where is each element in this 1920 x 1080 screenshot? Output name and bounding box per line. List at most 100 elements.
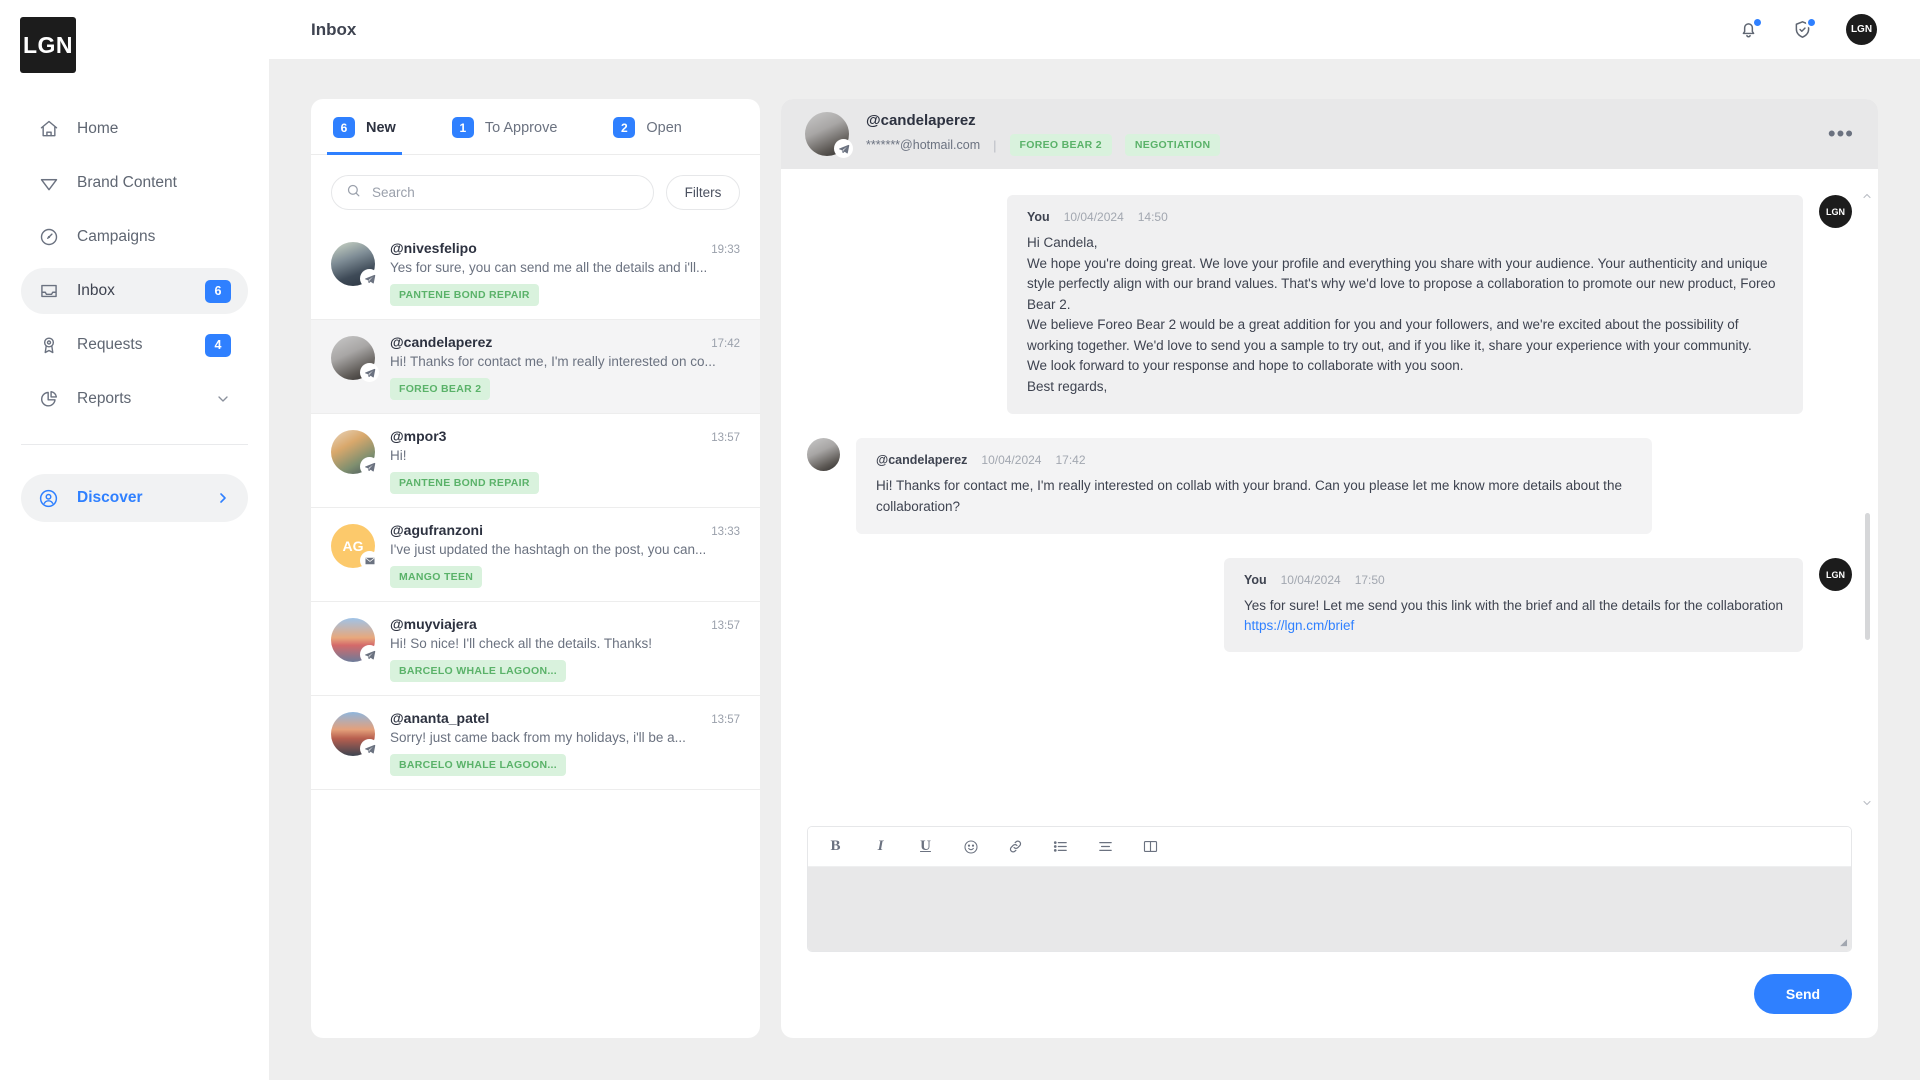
pie-chart-icon (38, 388, 60, 410)
list-item[interactable]: @nivesfelipo 19:33 Yes for sure, you can… (311, 226, 760, 320)
list-item-time: 13:57 (703, 432, 740, 444)
message-date: 10/04/2024 (1064, 210, 1124, 224)
avatar (331, 712, 375, 756)
avatar: LGN (1819, 195, 1852, 228)
shield-check-icon[interactable] (1792, 19, 1813, 40)
message-time: 17:50 (1355, 573, 1385, 587)
scroll-track[interactable] (1865, 213, 1870, 790)
list-item[interactable]: @ananta_patel 13:57 Sorry! just came bac… (311, 696, 760, 790)
sidebar-item-discover[interactable]: Discover (21, 474, 248, 522)
sidebar-item-inbox[interactable]: Inbox 6 (21, 268, 248, 314)
sidebar-nav: Home Brand Content Campaigns Inbox 6 (0, 106, 269, 422)
chevron-right-icon (215, 490, 231, 506)
filters-button[interactable]: Filters (666, 175, 740, 210)
list-item-header: @agufranzoni 13:33 (390, 522, 740, 538)
underline-icon[interactable]: U (916, 837, 935, 856)
tab-count: 6 (333, 117, 355, 138)
sidebar-item-reports[interactable]: Reports (21, 376, 248, 422)
scroll-thumb[interactable] (1865, 513, 1870, 640)
search-input[interactable] (372, 185, 639, 200)
composer: B I U (781, 826, 1878, 1038)
sidebar-item-brand-content[interactable]: Brand Content (21, 160, 248, 206)
list-item[interactable]: @muyviajera 13:57 Hi! So nice! I'll chec… (311, 602, 760, 696)
tab-label: Open (646, 120, 681, 136)
conversation-list-panel: 6 New 1 To Approve 2 Open (311, 99, 760, 1038)
list-item-preview: Sorry! just came back from my holidays, … (390, 730, 740, 745)
message-bubble: You 10/04/2024 17:50 Yes for sure! Let m… (1224, 558, 1803, 652)
list-item-time: 13:33 (703, 526, 740, 538)
avatar: AG (331, 524, 375, 568)
thread-scrollbar[interactable] (1860, 189, 1874, 814)
avatar (807, 438, 840, 471)
list-item[interactable]: @candelaperez 17:42 Hi! Thanks for conta… (311, 320, 760, 414)
list-item-preview: Hi! Thanks for contact me, I'm really in… (390, 354, 740, 369)
home-icon (38, 118, 60, 140)
list-item-body: @mpor3 13:57 Hi! PANTENE BOND REPAIR (390, 428, 740, 494)
sidebar-item-label: Discover (77, 489, 142, 507)
template-icon[interactable] (1141, 837, 1160, 856)
inbox-icon (38, 280, 60, 302)
shield-dot (1806, 17, 1817, 28)
list-item-username: @mpor3 (390, 428, 446, 444)
italic-glyph: I (878, 838, 884, 855)
telegram-icon (360, 269, 379, 288)
tab-new[interactable]: 6 New (327, 99, 402, 155)
avatar (331, 618, 375, 662)
list-item[interactable]: @mpor3 13:57 Hi! PANTENE BOND REPAIR (311, 414, 760, 508)
sidebar: LGN Home Brand Content Campaigns (0, 0, 269, 1080)
chat-username: @candelaperez (866, 112, 1220, 129)
list-item-preview: I've just updated the hashtagh on the po… (390, 542, 740, 557)
list-item-body: @candelaperez 17:42 Hi! Thanks for conta… (390, 334, 740, 400)
message-bubble: @candelaperez 10/04/2024 17:42 Hi! Thank… (856, 438, 1652, 534)
align-icon[interactable] (1096, 837, 1115, 856)
conversation-list[interactable]: @nivesfelipo 19:33 Yes for sure, you can… (311, 226, 760, 1038)
message-incoming: @candelaperez 10/04/2024 17:42 Hi! Thank… (807, 438, 1852, 534)
avatar (805, 112, 849, 156)
resize-handle-icon[interactable]: ◢ (1840, 937, 1847, 948)
message-thread[interactable]: You 10/04/2024 14:50 Hi Candela, We hope… (781, 169, 1878, 826)
bell-icon[interactable] (1738, 19, 1759, 40)
page-title: Inbox (311, 20, 356, 40)
send-button[interactable]: Send (1754, 974, 1852, 1014)
bold-icon[interactable]: B (826, 837, 845, 856)
list-item-time: 17:42 (703, 338, 740, 350)
sidebar-item-home[interactable]: Home (21, 106, 248, 152)
award-icon (38, 334, 60, 356)
chevron-down-icon[interactable] (215, 391, 231, 407)
tab-to-approve[interactable]: 1 To Approve (446, 99, 564, 155)
chevron-up-icon[interactable] (1861, 189, 1873, 207)
message-input[interactable]: ◢ (808, 867, 1851, 951)
tab-open[interactable]: 2 Open (607, 99, 687, 155)
ellipsis-icon[interactable]: ••• (1828, 123, 1854, 145)
chat-header: @candelaperez *******@hotmail.com | FORE… (781, 99, 1878, 169)
search-box[interactable] (331, 175, 654, 210)
bullet-list-icon[interactable] (1051, 837, 1070, 856)
user-circle-icon (38, 487, 60, 509)
message-time: 14:50 (1138, 210, 1168, 224)
campaign-tag: PANTENE BOND REPAIR (390, 472, 539, 494)
link-icon[interactable] (1006, 837, 1025, 856)
list-item-time: 13:57 (703, 620, 740, 632)
message-link[interactable]: https://lgn.cm/brief (1244, 618, 1354, 633)
list-item-preview: Yes for sure, you can send me all the de… (390, 260, 740, 275)
main-area: Inbox LGN 6 New (269, 0, 1920, 1080)
sidebar-item-campaigns[interactable]: Campaigns (21, 214, 248, 260)
list-item[interactable]: AG @agufranzoni 13:33 I've just updated … (311, 508, 760, 602)
message-time: 17:42 (1055, 453, 1085, 467)
italic-icon[interactable]: I (871, 837, 890, 856)
notification-dot (1752, 17, 1763, 28)
chevron-down-icon[interactable] (1861, 796, 1873, 814)
list-item-body: @muyviajera 13:57 Hi! So nice! I'll chec… (390, 616, 740, 682)
app-logo[interactable]: LGN (20, 17, 76, 73)
avatar[interactable]: LGN (1846, 14, 1877, 45)
list-item-body: @agufranzoni 13:33 I've just updated the… (390, 522, 740, 588)
message-text: Yes for sure! Let me send you this link … (1244, 596, 1783, 617)
list-item-header: @ananta_patel 13:57 (390, 710, 740, 726)
sidebar-item-requests[interactable]: Requests 4 (21, 322, 248, 368)
emoji-icon[interactable] (961, 837, 980, 856)
list-item-body: @ananta_patel 13:57 Sorry! just came bac… (390, 710, 740, 776)
campaign-tag: FOREO BEAR 2 (390, 378, 490, 400)
top-bar-actions: LGN (1738, 14, 1899, 45)
list-item-header: @candelaperez 17:42 (390, 334, 740, 350)
list-item-header: @mpor3 13:57 (390, 428, 740, 444)
